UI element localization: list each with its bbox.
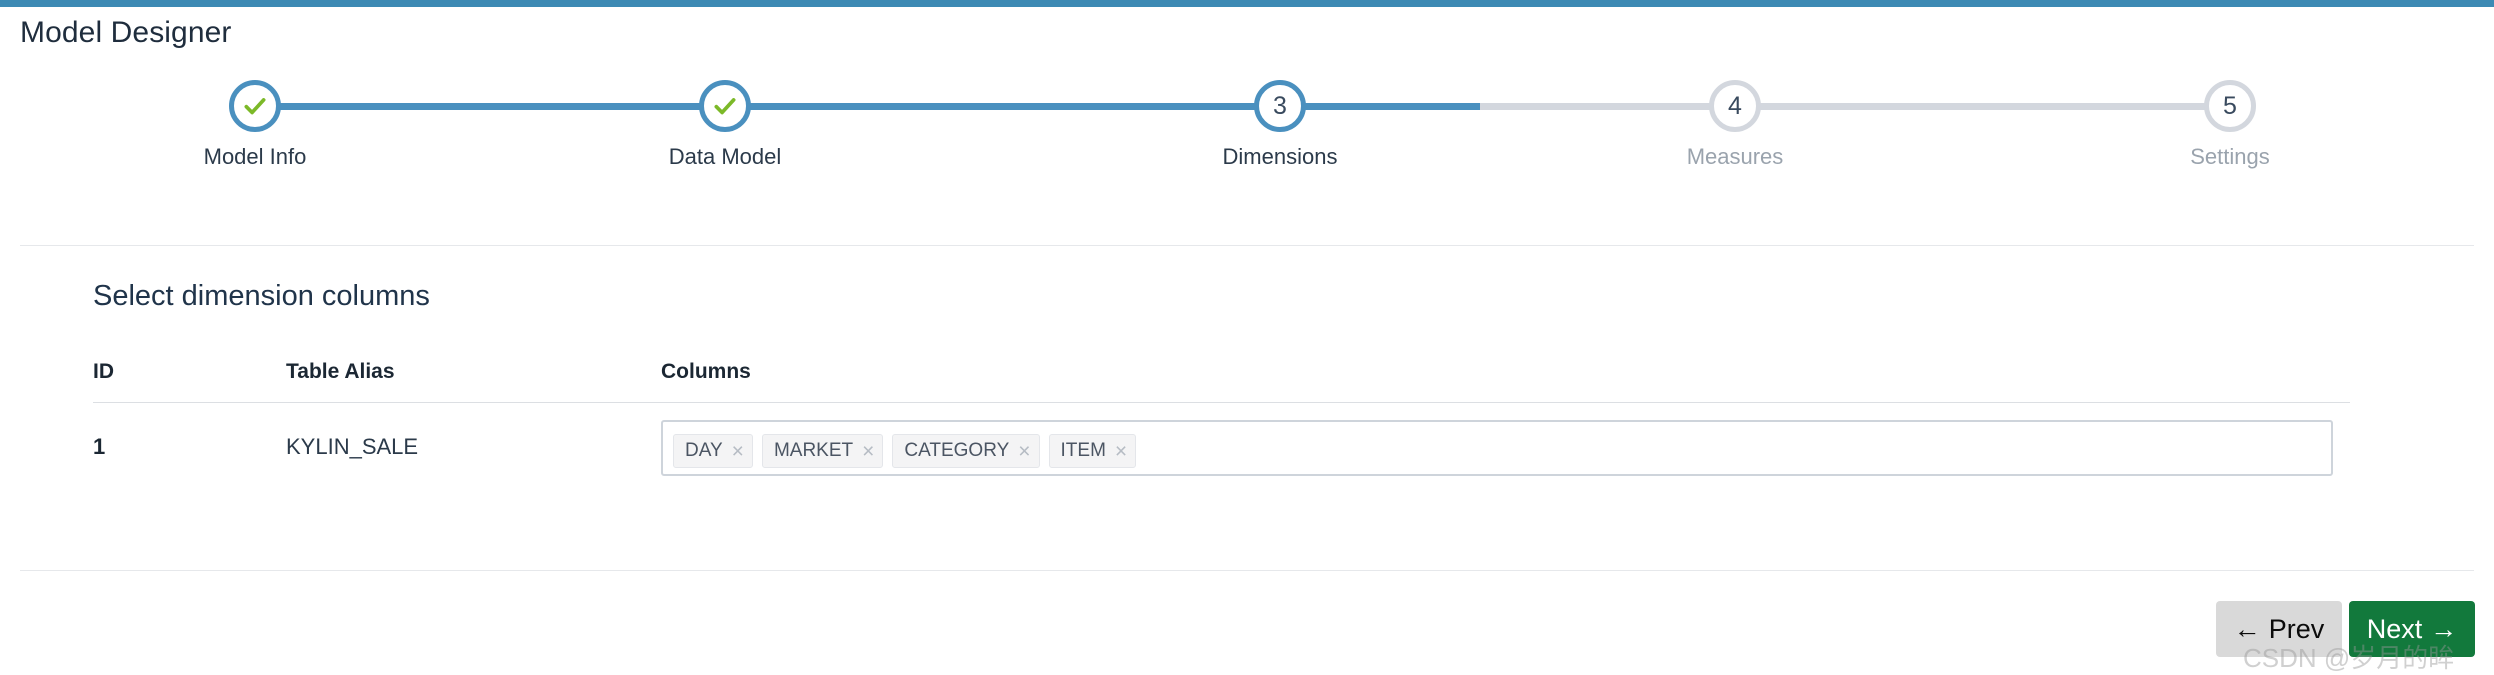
table-header-divider — [93, 402, 2350, 403]
next-button[interactable]: Next → — [2349, 601, 2475, 657]
stepper-step-4-circle: 4 — [1709, 80, 1761, 132]
table-header-columns: Columns — [661, 360, 751, 383]
arrow-right-icon: → — [2430, 613, 2458, 644]
stepper-connector-3-4-empty — [1480, 103, 1735, 110]
stepper-connector-4-5 — [1735, 103, 2230, 110]
stepper-step-5-label: Settings — [2190, 144, 2270, 169]
stepper-step-3-circle: 3 — [1254, 80, 1306, 132]
stepper-step-settings[interactable]: 5 Settings — [2130, 80, 2330, 170]
stepper-step-2-label: Data Model — [668, 144, 782, 169]
prev-button[interactable]: ← Prev — [2216, 601, 2342, 657]
stepper-step-1-circle — [229, 80, 281, 132]
column-tag-item[interactable]: ITEM × — [1048, 434, 1137, 468]
top-accent-bar — [0, 0, 2494, 7]
stepper-step-data-model[interactable]: Data Model — [625, 80, 825, 170]
column-tag-market-label: MARKET — [773, 440, 854, 461]
check-icon — [714, 98, 736, 115]
column-tag-market[interactable]: MARKET × — [761, 434, 884, 468]
footer-top-divider — [20, 570, 2474, 571]
stepper-connector-1-2 — [255, 103, 725, 110]
table-row: 1 KYLIN_SALE DAY × MARKET × CATEGORY × I… — [93, 420, 2350, 490]
check-icon — [244, 98, 266, 115]
remove-tag-icon[interactable]: × — [1115, 441, 1127, 462]
remove-tag-icon[interactable]: × — [732, 441, 744, 462]
column-tag-category-label: CATEGORY — [904, 440, 1010, 461]
next-button-label: Next — [2366, 613, 2423, 644]
arrow-left-icon: ← — [2233, 613, 2261, 644]
column-tag-category[interactable]: CATEGORY × — [892, 434, 1040, 468]
column-tag-day[interactable]: DAY × — [673, 434, 753, 468]
column-tag-day-label: DAY — [685, 440, 723, 461]
column-tag-item-label: ITEM — [1060, 440, 1106, 461]
table-cell-id: 1 — [93, 434, 106, 459]
stepper-step-measures[interactable]: 4 Measures — [1635, 80, 1835, 170]
stepper-connector-3-4-filled — [1280, 103, 1480, 110]
prev-button-label: Prev — [2268, 613, 2325, 644]
stepper-bottom-divider — [20, 245, 2474, 246]
stepper-step-3-label: Dimensions — [1222, 144, 1338, 169]
table-header-id: ID — [93, 360, 114, 383]
columns-multiselect-input[interactable]: DAY × MARKET × CATEGORY × ITEM × — [661, 420, 2333, 476]
table-header-table-alias: Table Alias — [286, 360, 395, 383]
stepper-step-5-circle: 5 — [2204, 80, 2256, 132]
stepper-step-1-label: Model Info — [203, 144, 307, 169]
stepper-connector-2-3 — [725, 103, 1280, 110]
stepper-step-5-number: 5 — [2223, 91, 2237, 120]
dimension-columns-table: ID Table Alias Columns 1 KYLIN_SALE DAY … — [93, 360, 2350, 476]
stepper-step-dimensions[interactable]: 3 Dimensions — [1180, 80, 1380, 170]
remove-tag-icon[interactable]: × — [862, 441, 874, 462]
stepper-step-3-number: 3 — [1273, 91, 1287, 120]
section-heading: Select dimension columns — [93, 280, 430, 312]
stepper-step-2-circle — [699, 80, 751, 132]
remove-tag-icon[interactable]: × — [1018, 441, 1030, 462]
stepper-step-4-number: 4 — [1728, 91, 1742, 120]
stepper-step-4-label: Measures — [1686, 144, 1784, 169]
wizard-stepper: Model Info Data Model 3 Dimensions 4 Mea… — [0, 80, 2494, 200]
table-cell-table-alias: KYLIN_SALE — [286, 434, 419, 459]
stepper-step-model-info[interactable]: Model Info — [155, 80, 355, 170]
table-header-row: ID Table Alias Columns — [93, 360, 2350, 403]
page-title: Model Designer — [20, 16, 232, 49]
